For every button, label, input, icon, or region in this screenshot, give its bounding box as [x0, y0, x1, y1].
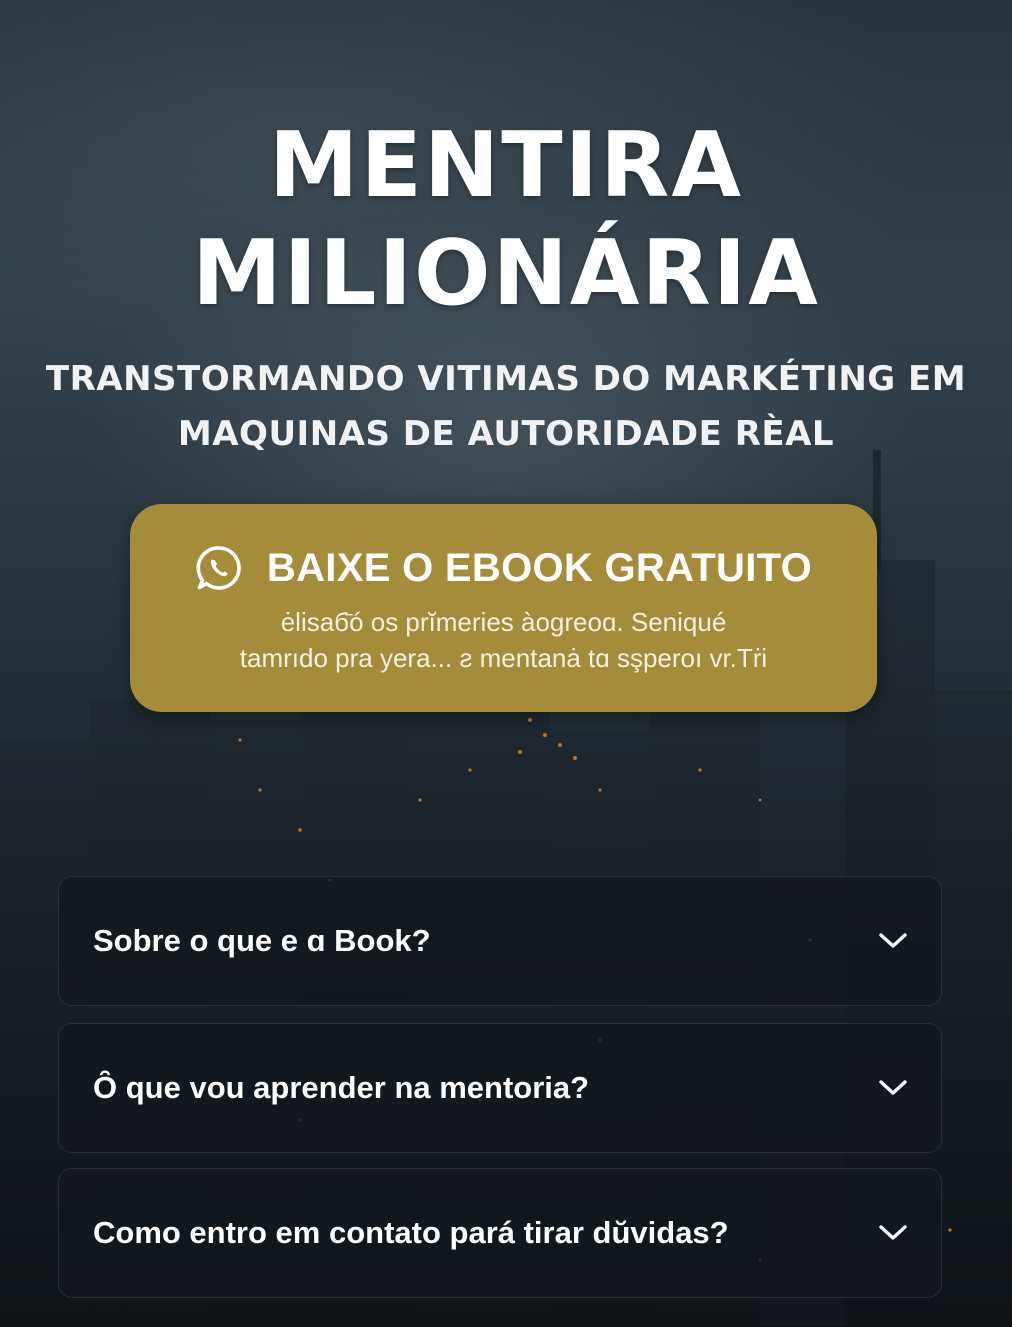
cta-description: ėlisaб̄ó os prĭmeries àogreoɑ. Seniqué t… — [150, 604, 857, 676]
chevron-down-icon — [879, 933, 907, 948]
faq-item-what-learn[interactable]: Ȏ que vou aprender na mentoria? — [58, 1023, 942, 1153]
cta-label: BAIXE O EBOOK GRATUITO — [266, 545, 813, 590]
subtitle-line-2: MAQUINAS DE AUTORIDADE RÈAL — [177, 414, 835, 454]
subtitle-line-1: TRANSTORMANDO VITIMAS DO MARKÉTING EM — [45, 359, 967, 399]
page-title: MENTIRA MILIONÁRIA — [0, 112, 1012, 328]
cta-description-line-1: ėlisaб̄ó os prĭmeries àogreoɑ. Seniqué — [280, 607, 727, 637]
cta-header: BAIXE O EBOOK GRATUITO — [130, 538, 877, 598]
whatsapp-icon — [196, 546, 241, 590]
chevron-down-icon — [879, 1225, 907, 1240]
landing-page: MENTIRA MILIONÁRIA TRANSTORMANDO VITIMAS… — [0, 0, 1012, 1327]
title-line-1: MENTIRA — [268, 113, 744, 218]
faq-question: Como entro em contato pará tirar dŭvidas… — [93, 1215, 729, 1250]
download-ebook-button[interactable]: BAIXE O EBOOK GRATUITO ėlisaб̄ó os prĭme… — [130, 504, 877, 712]
faq-question: Sobre o que e ɑ Book? — [93, 923, 431, 958]
chevron-down-icon — [879, 1080, 907, 1095]
page-subtitle: TRANSTORMANDO VITIMAS DO MARKÉTING EM MA… — [40, 352, 972, 462]
faq-item-about-book[interactable]: Sobre o que e ɑ Book? — [58, 876, 942, 1006]
faq-question: Ȏ que vou aprender na mentoria? — [93, 1070, 590, 1105]
faq-item-contact[interactable]: Como entro em contato pará tirar dŭvidas… — [58, 1168, 942, 1298]
title-line-2: MILIONÁRIA — [192, 221, 820, 326]
cta-description-line-2: tamrıdo pra yera... ƨ mentanȧ tɑ sşperoı… — [239, 643, 768, 673]
